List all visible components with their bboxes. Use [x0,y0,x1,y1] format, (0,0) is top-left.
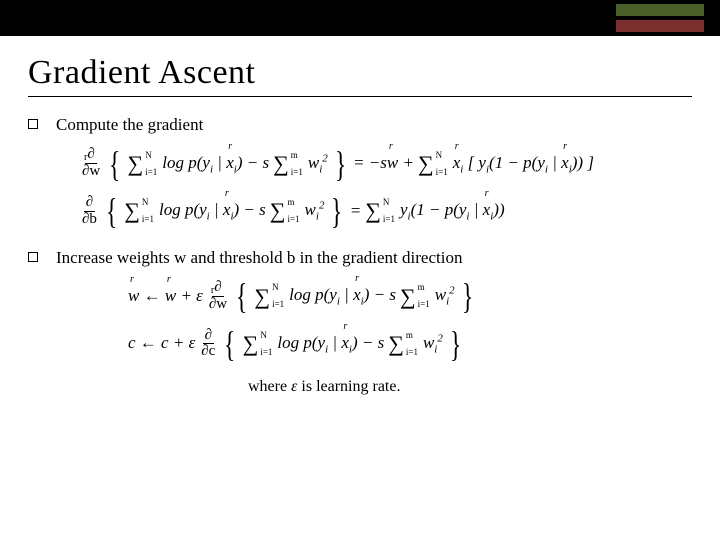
sum-lower-4: i=1 [287,215,299,224]
sum-upper-3: N [142,198,154,207]
bullet-1: Compute the gradient [28,115,692,135]
slide-title: Gradient Ascent [28,54,692,97]
header-accent-red [616,20,704,32]
slide-header-bar [0,0,720,36]
bullet-2-text: Increase weights w and threshold b in th… [56,248,462,268]
sum-lower-8: i=1 [260,348,272,357]
sum-lower-9: i=1 [406,348,418,357]
bullet-marker-icon [28,252,38,262]
eq-dw: ∂∂w { ∑Ni=1 log p(yi | xi) − s ∑mi=1 wi2… [80,145,692,182]
sum-upper-9: m [406,331,418,340]
equation-caption: where ε is learning rate. [248,373,692,400]
header-accent-green [616,4,704,16]
sum-lower-m: i=1 [291,168,303,177]
sum-lower: i=1 [145,168,157,177]
sum-upper-7: m [418,283,430,292]
equation-group-2: w ← w + ε ∂∂w { ∑Ni=1 log p(yi | xi) − s… [128,278,692,400]
bullet-marker-icon [28,119,38,129]
sum-lower-7: i=1 [418,300,430,309]
sum-lower-6: i=1 [272,300,284,309]
sum-upper-4: m [287,198,299,207]
sum-upper-5: N [383,198,395,207]
sum-upper-8: N [260,331,272,340]
eq-update-c: c ← c + ε ∂∂c { ∑Ni=1 log p(yi | xi) − s… [128,325,692,362]
sum-upper-2: N [436,151,448,160]
slide-content: Gradient Ascent Compute the gradient ∂∂w… [0,36,720,400]
sum-lower-2: i=1 [436,168,448,177]
sum-upper: N [145,151,157,160]
bullet-1-text: Compute the gradient [56,115,203,135]
bullet-2: Increase weights w and threshold b in th… [28,248,692,268]
sum-upper-6: N [272,283,284,292]
sum-upper-m: m [291,151,303,160]
sum-lower-3: i=1 [142,215,154,224]
eq-db: ∂∂b { ∑Ni=1 log p(yi | xi) − s ∑mi=1 wi2… [80,192,692,229]
equation-group-1: ∂∂w { ∑Ni=1 log p(yi | xi) − s ∑mi=1 wi2… [80,145,692,230]
eq-update-w: w ← w + ε ∂∂w { ∑Ni=1 log p(yi | xi) − s… [128,278,692,315]
sum-lower-5: i=1 [383,215,395,224]
